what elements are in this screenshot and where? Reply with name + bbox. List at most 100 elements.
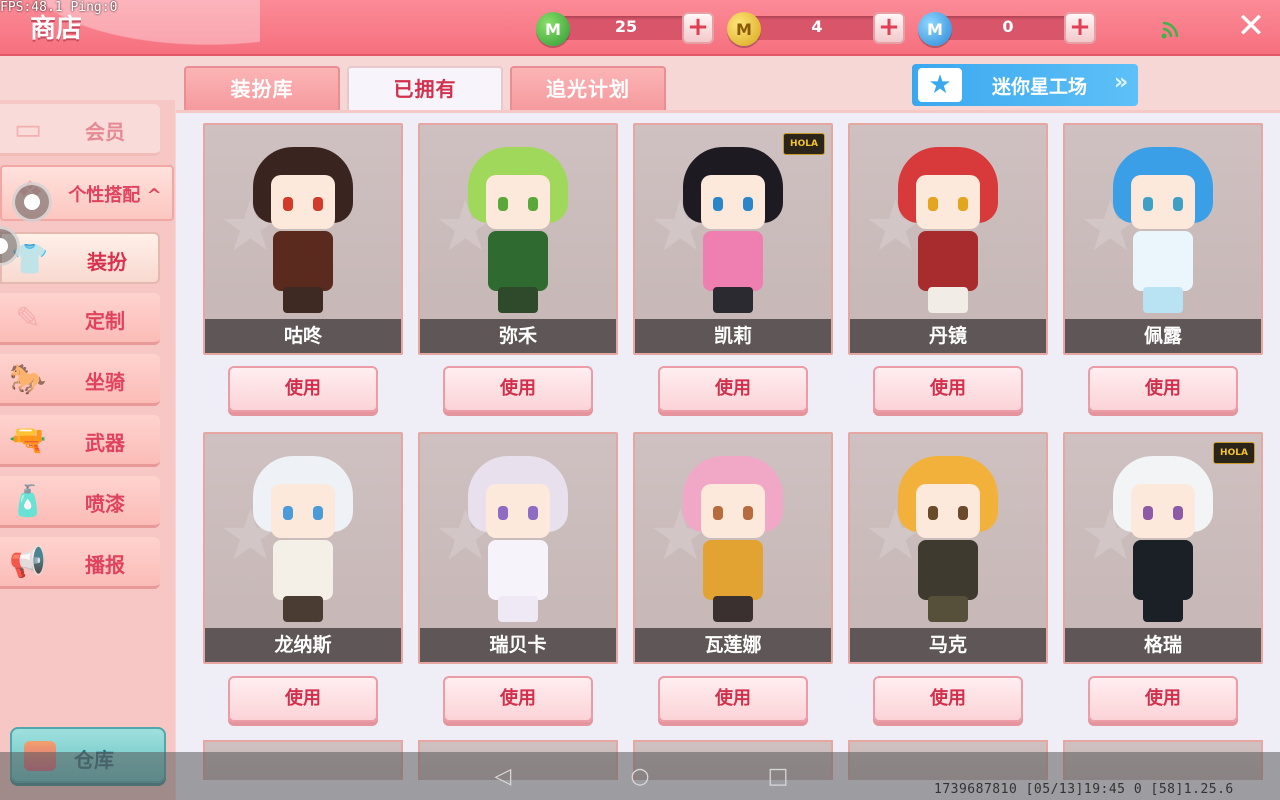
sidebar-item-weapon[interactable]: 🔫 武器: [0, 415, 160, 467]
pencil-icon: ✎: [15, 301, 41, 336]
character-avatar: [468, 456, 568, 626]
character-card[interactable]: ★ 弥禾: [418, 123, 618, 355]
character-avatar: [253, 147, 353, 317]
sidebar-item-mount[interactable]: 🐎 坐骑: [0, 354, 160, 406]
avatar-body: [273, 540, 333, 600]
avatar-face: [271, 484, 335, 538]
character-card[interactable]: ★ 瓦莲娜: [633, 432, 833, 664]
tab-dressup-library[interactable]: 装扮库: [184, 66, 340, 110]
tab-light-chaser-plan[interactable]: 追光计划: [510, 66, 666, 110]
currency-blue: M 0 +: [918, 12, 1096, 46]
avatar-body: [488, 540, 548, 600]
workshop-label: 迷你星工场: [992, 76, 1088, 98]
sidebar-item-label: 定制: [85, 309, 125, 333]
character-card[interactable]: ★ 瑞贝卡: [418, 432, 618, 664]
fps-readout: FPS:48.1 Ping:0: [0, 0, 118, 15]
sidebar-top-strip: [0, 58, 175, 100]
avatar-body: [1133, 231, 1193, 291]
spray-icon: 🧴: [9, 484, 47, 519]
use-button[interactable]: 使用: [228, 676, 378, 722]
sidebar-item-custom[interactable]: ✎ 定制: [0, 293, 160, 345]
character-avatar: [1113, 147, 1213, 317]
avatar-eye: [1143, 197, 1153, 211]
avatar-eye: [713, 506, 723, 520]
character-card[interactable]: ★ 咕咚: [203, 123, 403, 355]
sidebar-item-member[interactable]: ▭ 会员: [0, 104, 160, 156]
sidebar-item-label: 武器: [85, 431, 125, 455]
chevron-right-icon: »: [1114, 70, 1129, 95]
character-name: 瑞贝卡: [420, 628, 616, 662]
joystick-knob[interactable]: [12, 182, 52, 222]
sidebar-item-dressup[interactable]: 👕 装扮: [0, 232, 160, 284]
avatar-body: [1133, 540, 1193, 600]
sidebar-group-label: 个性搭配 ^: [68, 185, 162, 206]
avatar-face: [916, 484, 980, 538]
tab-owned[interactable]: 已拥有: [347, 66, 503, 112]
character-card[interactable]: ★ HOLA 凯莉: [633, 123, 833, 355]
sidebar-item-label: 会员: [85, 120, 125, 144]
avatar-eye: [283, 506, 293, 520]
sidebar-item-label: 坐骑: [85, 370, 125, 394]
avatar-eye: [283, 197, 293, 211]
add-currency-button[interactable]: +: [873, 12, 905, 44]
character-card[interactable]: ★ 佩露: [1063, 123, 1263, 355]
character-avatar: [683, 147, 783, 317]
avatar-face: [486, 175, 550, 229]
avatar-legs: [498, 287, 538, 313]
use-button[interactable]: 使用: [658, 366, 808, 412]
character-avatar: [683, 456, 783, 626]
recent-apps-icon[interactable]: □: [765, 764, 791, 790]
character-card[interactable]: ★ 马克: [848, 432, 1048, 664]
close-icon[interactable]: ✕: [1234, 9, 1268, 44]
sidebar-item-label: 播报: [85, 553, 125, 577]
currency-amount: 25: [614, 17, 638, 36]
character-card[interactable]: ★ 龙纳斯: [203, 432, 403, 664]
avatar-legs: [498, 596, 538, 622]
system-nav-bar: ◁ ○ □ 1739687810 [05/13]19:45 0 [58]1.25…: [0, 752, 1280, 800]
use-button[interactable]: 使用: [1088, 676, 1238, 722]
back-icon[interactable]: ◁: [490, 764, 516, 790]
use-button[interactable]: 使用: [873, 366, 1023, 412]
mini-workshop-button[interactable]: ★ 迷你星工场 »: [912, 64, 1138, 106]
avatar-eye: [528, 197, 538, 211]
use-button[interactable]: 使用: [228, 366, 378, 412]
currency-amount: 0: [1002, 17, 1014, 36]
avatar-body: [273, 231, 333, 291]
sidebar-item-label: 喷漆: [85, 492, 125, 516]
add-currency-button[interactable]: +: [682, 12, 714, 44]
use-button[interactable]: 使用: [873, 676, 1023, 722]
avatar-face: [1131, 175, 1195, 229]
character-avatar: [898, 456, 998, 626]
character-card[interactable]: ★ HOLA 格瑞: [1063, 432, 1263, 664]
signal-icon: [1161, 21, 1179, 39]
avatar-eye: [743, 506, 753, 520]
avatar-body: [488, 231, 548, 291]
sidebar-item-broadcast[interactable]: 📢 播报: [0, 537, 160, 589]
avatar-eye: [528, 506, 538, 520]
avatar-face: [271, 175, 335, 229]
character-name: 咕咚: [205, 319, 401, 353]
avatar-eye: [313, 197, 323, 211]
add-currency-button[interactable]: +: [1064, 12, 1096, 44]
character-card[interactable]: ★ 丹镜: [848, 123, 1048, 355]
avatar-eye: [1173, 197, 1183, 211]
gun-icon: 🔫: [9, 423, 47, 458]
avatar-body: [918, 540, 978, 600]
avatar-body: [918, 231, 978, 291]
use-button[interactable]: 使用: [1088, 366, 1238, 412]
green-mini-coin-icon: M: [536, 12, 570, 46]
avatar-eye: [743, 197, 753, 211]
blue-mini-coin-icon: M: [918, 12, 952, 46]
avatar-body: [703, 540, 763, 600]
avatar-legs: [1143, 287, 1183, 313]
avatar-eye: [498, 197, 508, 211]
sidebar-item-spray[interactable]: 🧴 喷漆: [0, 476, 160, 528]
avatar-eye: [713, 197, 723, 211]
avatar-legs: [1143, 596, 1183, 622]
chevron-up-icon: ^: [146, 185, 162, 206]
use-button[interactable]: 使用: [443, 366, 593, 412]
avatar-face: [701, 175, 765, 229]
use-button[interactable]: 使用: [443, 676, 593, 722]
use-button[interactable]: 使用: [658, 676, 808, 722]
home-icon[interactable]: ○: [627, 764, 653, 790]
